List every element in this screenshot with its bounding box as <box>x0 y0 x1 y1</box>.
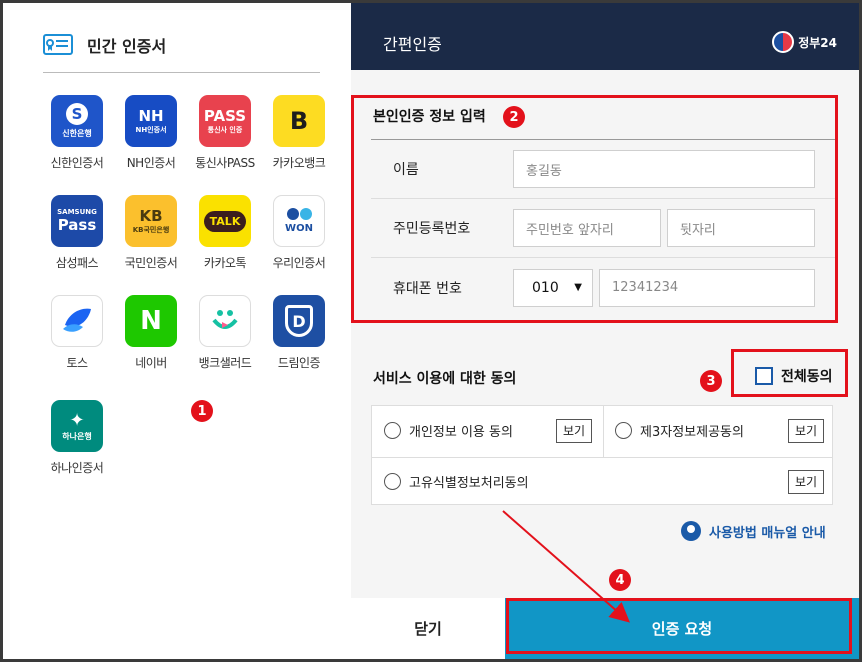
annotation-arrow <box>502 510 631 623</box>
auth-window: 민간 인증서 S 신한은행 신한인증서 NH NH인증서 NH인증서 PASS … <box>0 0 862 662</box>
